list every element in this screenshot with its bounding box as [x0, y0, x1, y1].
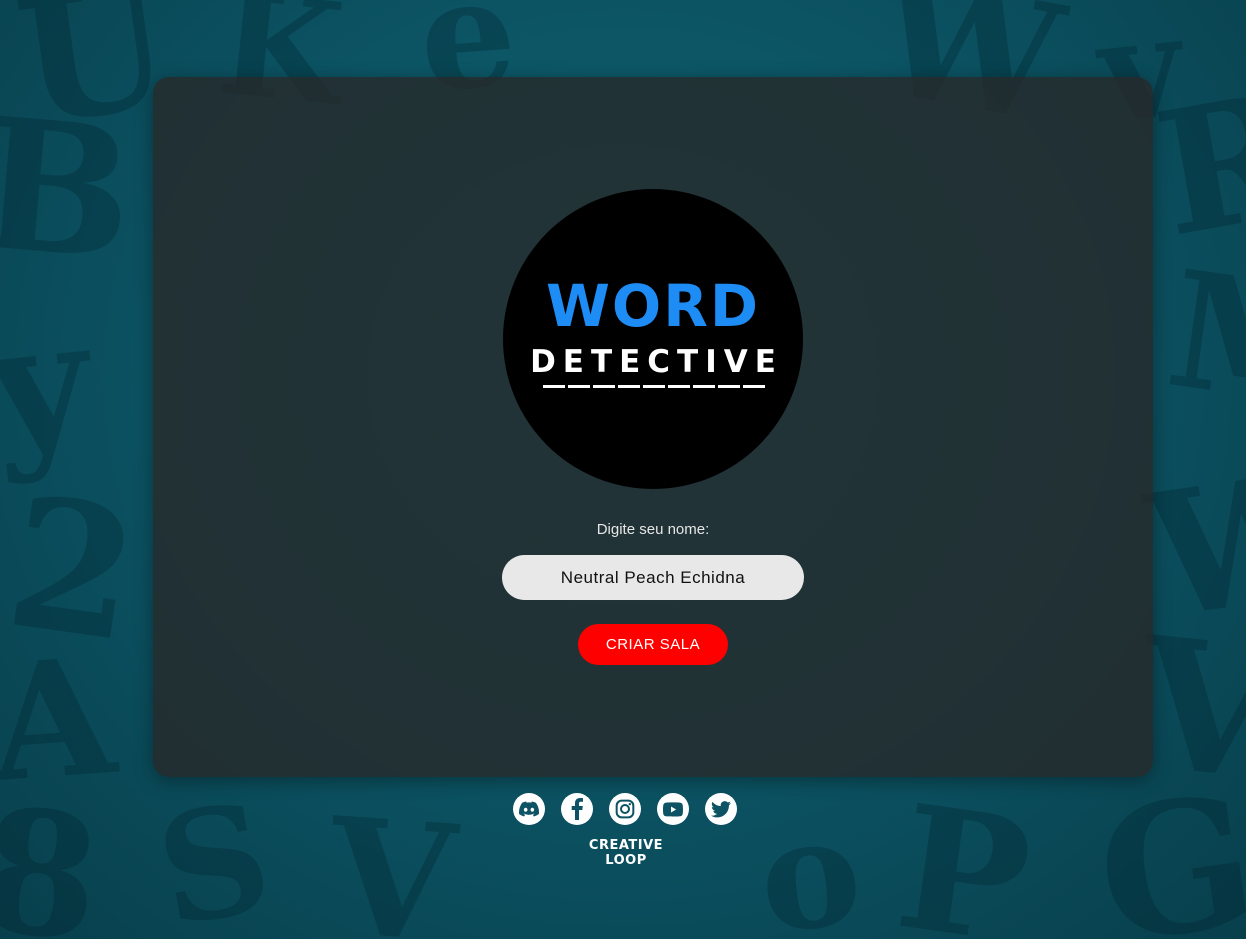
twitter-icon: [711, 800, 731, 817]
logo-detective-text: DETECTIVE: [530, 344, 783, 380]
instagram-icon: [615, 799, 635, 819]
name-input[interactable]: [502, 555, 804, 600]
word-detective-logo: WORD DETECTIVE: [503, 189, 803, 489]
youtube-link[interactable]: [657, 793, 689, 825]
main-panel: WORD DETECTIVE Digite seu nome: CRIAR SA…: [153, 77, 1153, 777]
youtube-icon: [663, 801, 683, 817]
discord-icon: [519, 801, 539, 817]
logo-word-text: WORD: [545, 272, 761, 340]
facebook-icon: [571, 798, 583, 820]
twitter-link[interactable]: [705, 793, 737, 825]
discord-link[interactable]: [513, 793, 545, 825]
create-room-button[interactable]: CRIAR SALA: [578, 624, 728, 665]
logo-dashes: [543, 385, 765, 388]
creative-loop-logo: CREATIVE LOOP: [588, 838, 664, 868]
facebook-link[interactable]: [561, 793, 593, 825]
social-links: [513, 793, 737, 825]
name-label: Digite seu nome:: [596, 521, 710, 538]
instagram-link[interactable]: [609, 793, 641, 825]
